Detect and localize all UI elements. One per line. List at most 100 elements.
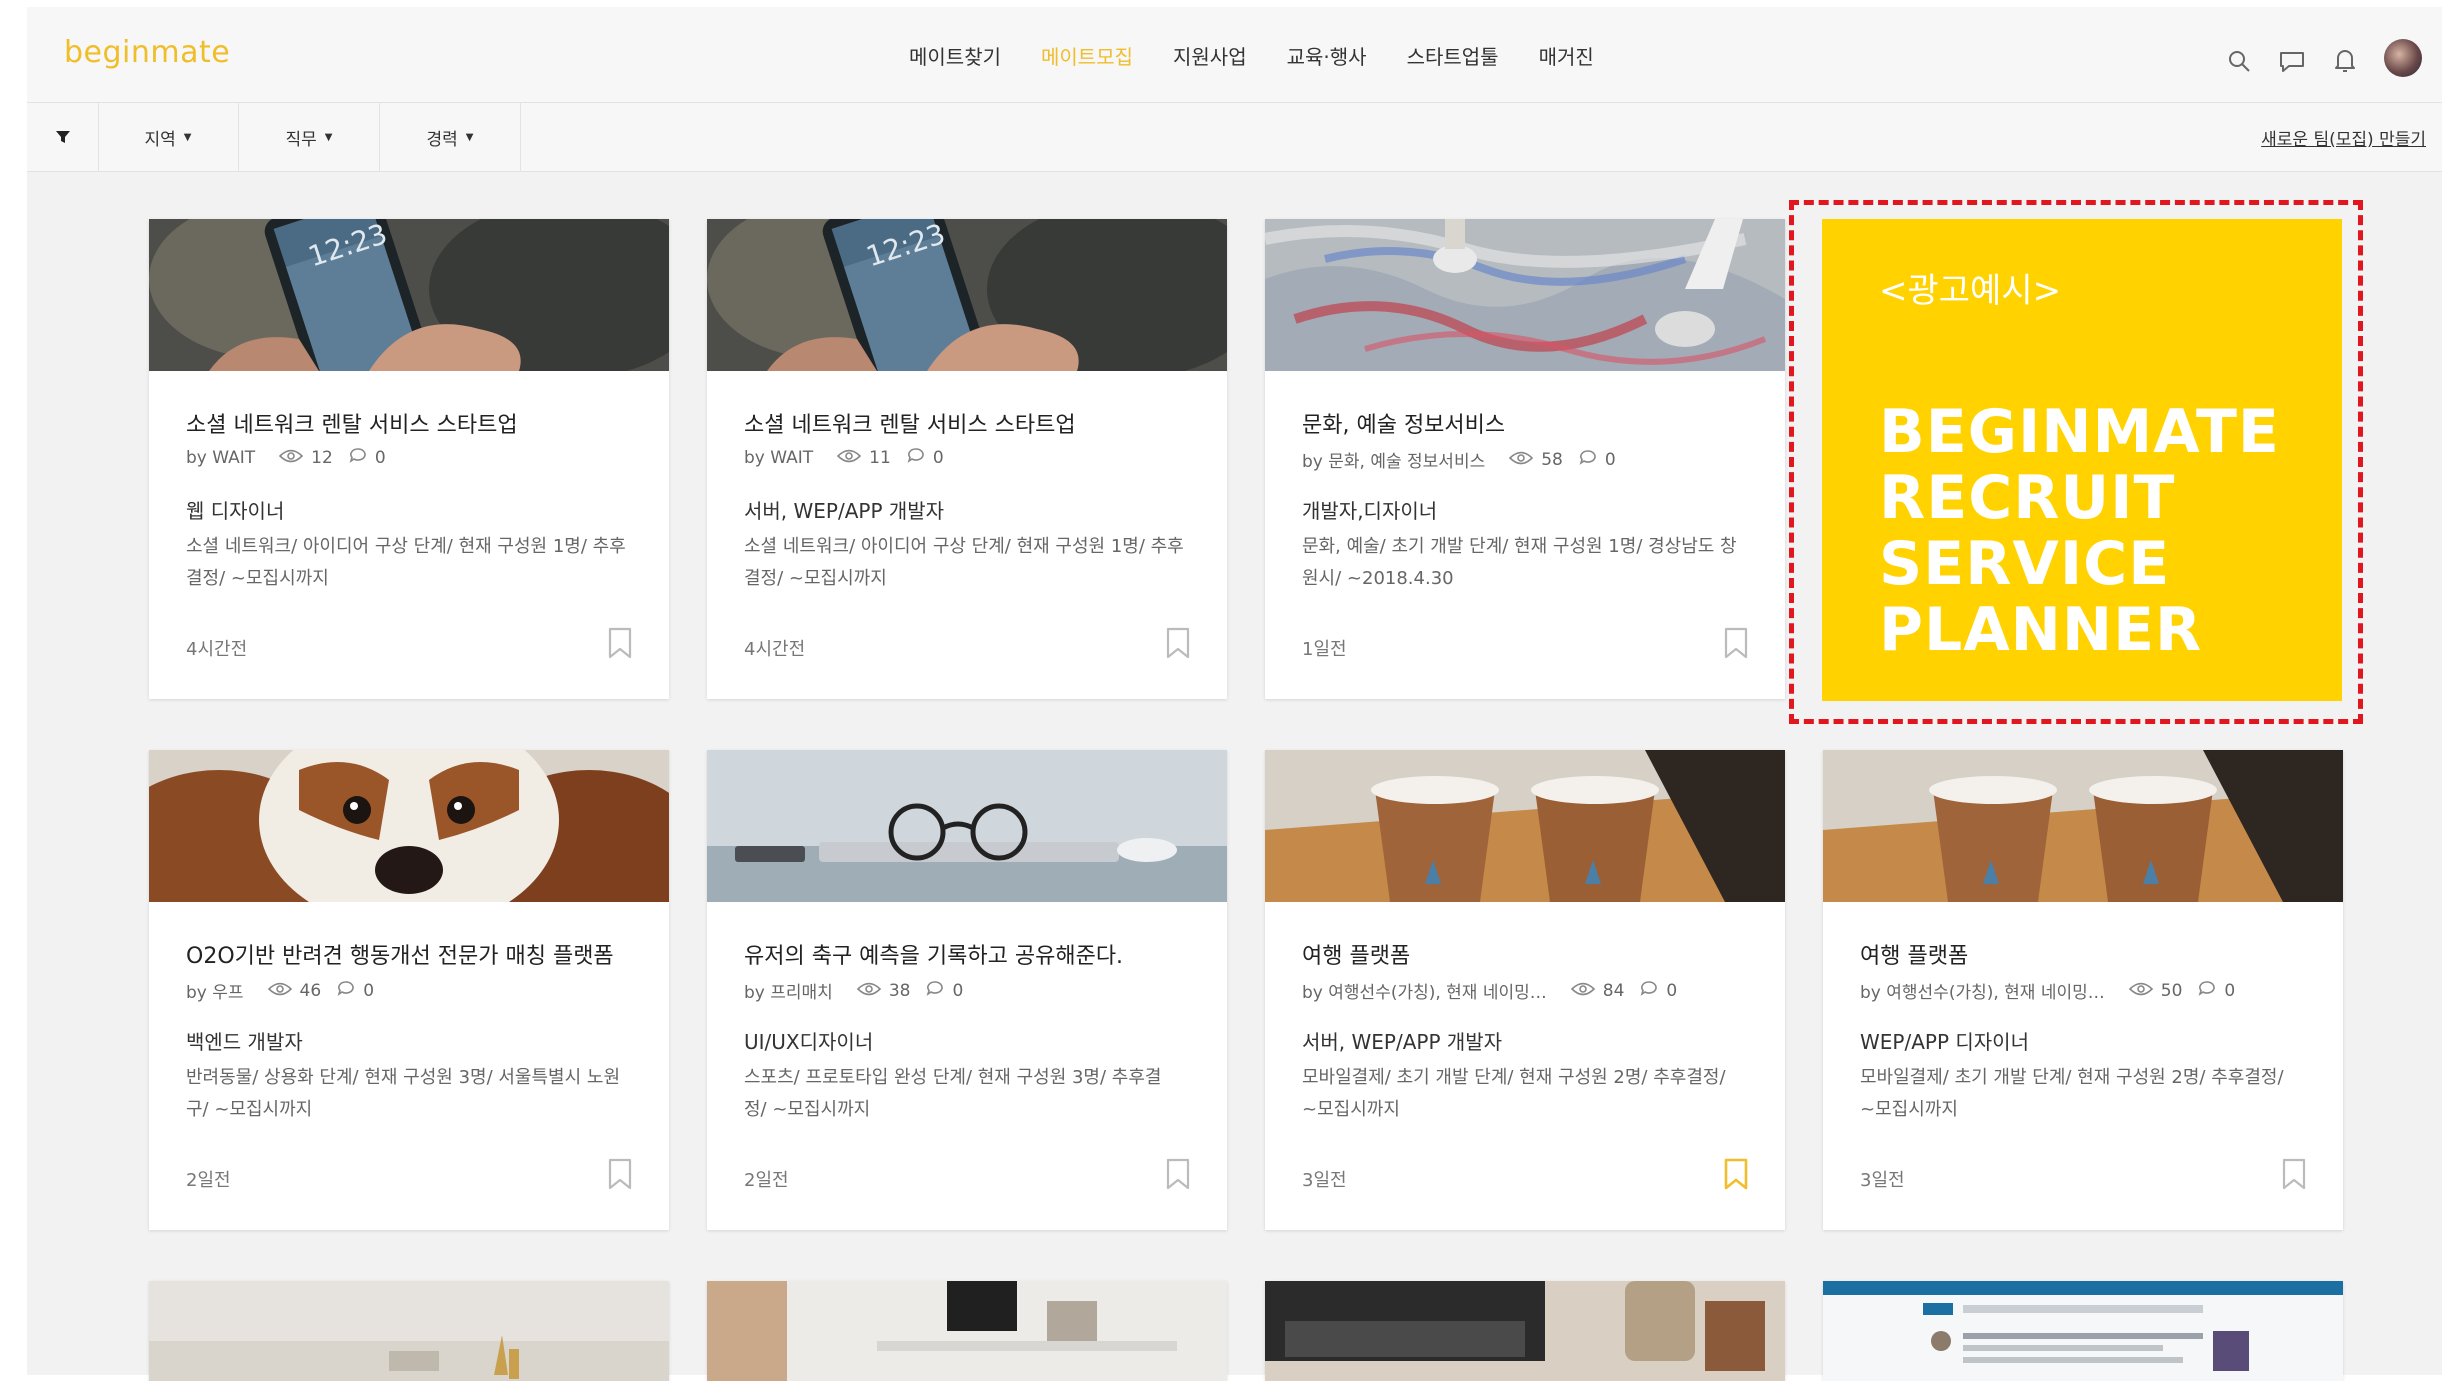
card-meta: by 여행선수(가칭), 현재 네이밍… 50 0 <box>1860 978 2236 1004</box>
card-image-dog <box>149 750 669 902</box>
card-author: by 문화, 예술 정보서비스 <box>1302 452 1486 472</box>
ad-headline-line: RECRUIT <box>1879 463 2176 533</box>
card-image-office <box>707 1281 1227 1381</box>
view-count: 12 <box>311 447 333 468</box>
card-image-phone: 12:23 <box>707 219 1227 371</box>
filter-career-dropdown[interactable]: 경력 ▼ <box>380 103 521 171</box>
comment-count: 0 <box>952 980 964 1001</box>
avatar[interactable] <box>2384 39 2422 77</box>
card-description: 모바일결제/ 초기 개발 단계/ 현재 구성원 2명/ 추후결정/ ~모집시까지 <box>1860 1067 2284 1120</box>
recruit-card[interactable]: 유저의 축구 예측을 기록하고 공유해준다. by 프리매치 38 0 UI/U… <box>707 750 1227 1230</box>
header: beginmate 메이트찾기 메이트모집 지원사업 교육·행사 스타트업툴 매… <box>27 7 2442 103</box>
comment-count: 0 <box>1666 980 1678 1001</box>
card-role: 서버, WEP/APP 개발자 <box>1302 1030 1503 1054</box>
card-description: 모바일결제/ 초기 개발 단계/ 현재 구성원 2명/ 추후결정/ ~모집시까지 <box>1302 1067 1726 1120</box>
bookmark-icon[interactable] <box>2282 1158 2306 1190</box>
recruit-card-partial[interactable] <box>1265 1281 1785 1381</box>
recruit-card-partial[interactable] <box>1823 1281 2343 1381</box>
card-title: 소셜 네트워크 렌탈 서비스 스타트업 <box>744 413 1076 438</box>
card-time: 3일전 <box>1860 1170 1905 1191</box>
card-author: by WAIT <box>186 447 256 468</box>
card-description: 소셜 네트워크/ 아이디어 구상 단계/ 현재 구성원 1명/ 추후결정/ ~모… <box>744 536 1184 589</box>
view-count: 50 <box>2160 980 2183 1001</box>
comment-icon <box>349 447 367 468</box>
card-title: O2O기반 반려견 행동개선 전문가 매칭 플랫폼 <box>186 944 614 969</box>
filter-career-label: 경력 <box>426 129 458 150</box>
card-image-room <box>149 1281 669 1381</box>
left-margin <box>0 0 27 1375</box>
eye-icon <box>279 448 304 468</box>
card-description: 반려동물/ 상용화 단계/ 현재 구성원 3명/ 서울특별시 노원구/ ~모집시… <box>186 1067 621 1120</box>
card-role: 서버, WEP/APP 개발자 <box>744 499 945 523</box>
bookmark-icon[interactable] <box>608 1158 632 1190</box>
recruit-card[interactable]: O2O기반 반려견 행동개선 전문가 매칭 플랫폼 by 우프 46 0 백엔드… <box>149 750 669 1230</box>
card-meta: by WAIT 11 0 <box>744 447 944 468</box>
nav-item-find-mate[interactable]: 메이트찾기 <box>909 45 1001 69</box>
filter-bar: 지역 ▼ 직무 ▼ 경력 ▼ 새로운 팀(모집) 만들기 <box>27 103 2442 172</box>
card-image-cups <box>1823 750 2343 902</box>
search-icon[interactable] <box>2225 47 2253 75</box>
chat-icon[interactable] <box>2278 47 2306 75</box>
card-image-cups <box>1265 750 1785 902</box>
comment-count: 0 <box>1604 449 1616 470</box>
comment-icon <box>1579 449 1597 470</box>
ad-headline-line: PLANNER <box>1879 595 2203 665</box>
card-time: 4시간전 <box>186 639 248 660</box>
filter-region-label: 지역 <box>144 129 176 150</box>
recruit-card[interactable]: 문화, 예술 정보서비스 by 문화, 예술 정보서비스 58 0 개발자,디자… <box>1265 219 1785 699</box>
card-time: 4시간전 <box>744 639 806 660</box>
bookmark-icon[interactable] <box>608 627 632 659</box>
eye-icon <box>1570 981 1595 1001</box>
bookmark-icon-active[interactable] <box>1724 1158 1748 1190</box>
bookmark-icon[interactable] <box>1724 627 1748 659</box>
comment-icon <box>907 447 925 468</box>
comment-icon <box>926 980 944 1001</box>
card-time: 2일전 <box>744 1170 789 1191</box>
card-author: by 우프 <box>186 983 244 1003</box>
recruit-card[interactable]: 12:23 소셜 네트워크 렌탈 서비스 스타트업 by WAIT 11 0 서… <box>707 219 1227 699</box>
view-count: 38 <box>888 980 911 1001</box>
filter-icon[interactable] <box>27 103 99 171</box>
comment-count: 0 <box>374 447 386 468</box>
nav-item-support[interactable]: 지원사업 <box>1173 45 1247 69</box>
comment-icon <box>337 980 355 1001</box>
card-role: 개발자,디자이너 <box>1302 499 1438 523</box>
filter-job-dropdown[interactable]: 직무 ▼ <box>239 103 380 171</box>
main-nav: 메이트찾기 메이트모집 지원사업 교육·행사 스타트업툴 매거진 <box>909 45 1634 69</box>
nav-item-education[interactable]: 교육·행사 <box>1287 45 1367 69</box>
ad-banner[interactable]: <광고예시> BEGINMATE RECRUIT SERVICE PLANNER <box>1822 219 2342 701</box>
recruit-card[interactable]: 여행 플랫폼 by 여행선수(가칭), 현재 네이밍… 84 0 서버, WEP… <box>1265 750 1785 1230</box>
filter-region-dropdown[interactable]: 지역 ▼ <box>98 103 239 171</box>
view-count: 84 <box>1602 980 1625 1001</box>
nav-item-magazine[interactable]: 매거진 <box>1539 45 1594 69</box>
card-title: 소셜 네트워크 렌탈 서비스 스타트업 <box>186 413 518 438</box>
caret-down-icon: ▼ <box>465 131 474 143</box>
card-description: 스포츠/ 프로토타입 완성 단계/ 현재 구성원 3명/ 추후결정/ ~모집시까… <box>744 1067 1162 1120</box>
card-image-desk <box>707 750 1227 902</box>
card-role: UI/UX디자이너 <box>744 1030 874 1054</box>
card-title: 여행 플랫폼 <box>1302 944 1411 969</box>
ad-headline-line: BEGINMATE <box>1879 397 2280 467</box>
nav-item-recruit-mate[interactable]: 메이트모집 <box>1041 45 1133 69</box>
card-image-screenshot <box>1823 1281 2343 1381</box>
card-meta: by 프리매치 38 0 <box>744 978 964 1004</box>
bookmark-icon[interactable] <box>1166 1158 1190 1190</box>
header-actions <box>2200 39 2422 77</box>
bell-icon[interactable] <box>2331 47 2359 75</box>
new-team-link[interactable]: 새로운 팀(모집) 만들기 <box>2261 125 2426 150</box>
card-author: by WAIT <box>744 447 814 468</box>
main-area: beginmate 메이트찾기 메이트모집 지원사업 교육·행사 스타트업툴 매… <box>27 7 2442 1381</box>
recruit-card[interactable]: 12:23 소셜 네트워크 렌탈 서비스 스타트업 by WAIT 12 0 웹… <box>149 219 669 699</box>
bookmark-icon[interactable] <box>1166 627 1190 659</box>
comment-icon <box>1640 980 1658 1001</box>
top-margin <box>0 0 2442 7</box>
comment-count: 0 <box>932 447 944 468</box>
nav-item-startup-tools[interactable]: 스타트업툴 <box>1407 45 1499 69</box>
recruit-card[interactable]: 여행 플랫폼 by 여행선수(가칭), 현재 네이밍… 50 0 WEP/APP… <box>1823 750 2343 1230</box>
recruit-card-partial[interactable] <box>707 1281 1227 1381</box>
card-image-phone: 12:23 <box>149 219 669 371</box>
card-time: 2일전 <box>186 1170 231 1191</box>
logo[interactable]: beginmate <box>64 35 230 70</box>
recruit-card-partial[interactable] <box>149 1281 669 1381</box>
comment-count: 0 <box>2224 980 2236 1001</box>
